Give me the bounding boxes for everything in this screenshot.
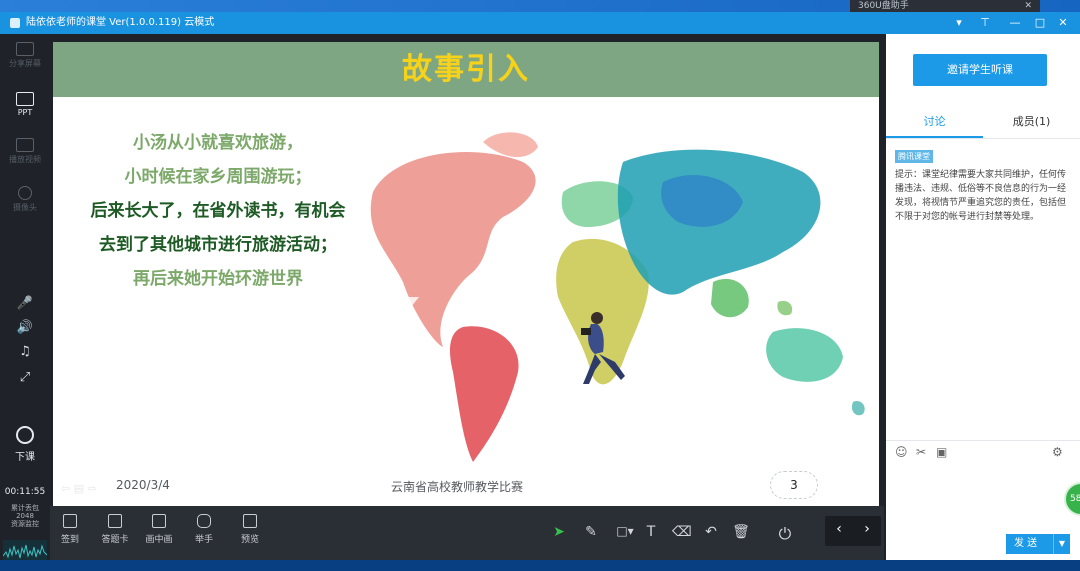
play-video-icon: [16, 138, 34, 152]
settings-icon[interactable]: ⚙: [1052, 445, 1063, 459]
microphone-icon[interactable]: 🎤: [0, 296, 50, 311]
answer-card-icon: [108, 514, 122, 528]
picture-in-picture-icon: [152, 514, 166, 528]
camera-label: 摄像头: [13, 203, 37, 212]
sign-in-button[interactable]: 签到: [50, 514, 90, 545]
end-class-button[interactable]: 下课: [0, 426, 50, 463]
packet-loss-label: 累计丢包: [11, 504, 39, 512]
title-bar: 陆依依老师的课堂 Ver(1.0.0.119) 云模式 ▾ ⊤ — □ ✕: [0, 12, 1080, 34]
network-stats: 累计丢包 2048 资源监控: [0, 504, 50, 528]
slide-page-number: 3: [770, 471, 818, 499]
slide-organizer: 云南省高校教师教学比赛: [391, 480, 524, 494]
share-screen-button[interactable]: 分享屏幕: [0, 42, 50, 69]
chat-toolbar: ☺ ✂ ▣ ⚙: [886, 440, 1080, 463]
watercolor-world-map: [370, 132, 865, 462]
external-app-tab[interactable]: 360U盘助手 ✕: [850, 0, 1040, 12]
end-class-icon: [16, 426, 34, 444]
external-app-label: 360U盘助手: [858, 1, 909, 11]
fullscreen-icon[interactable]: ⤢: [0, 370, 50, 385]
story-line: 小时候在家乡周围游玩；: [124, 167, 312, 187]
speaker-icon[interactable]: 🔊: [0, 320, 50, 335]
power-icon[interactable]: ⏻: [776, 524, 794, 544]
bottom-toolbar: 签到 答题卡 画中画 举手 预览 ➤ ✎ □▾ T ⌫ ↶ 🗑 ⏻ ‹ ›: [50, 506, 884, 560]
minimize-icon[interactable]: —: [1006, 12, 1024, 34]
picture-in-picture-label: 画中画: [145, 535, 173, 545]
ppt-label: PPT: [17, 108, 33, 117]
preview-label: 预览: [240, 535, 259, 545]
text-icon[interactable]: T: [642, 524, 660, 540]
raise-hand-icon: [197, 514, 211, 528]
story-line: 去到了其他城市进行旅游活动；: [99, 235, 337, 255]
ppt-button[interactable]: PPT: [0, 92, 50, 117]
panel-tabs: 讨论 成员(1): [886, 108, 1080, 139]
invite-students-button[interactable]: 邀请学生听课: [913, 54, 1047, 86]
calendar-icon: [63, 514, 77, 528]
sender-badge: 腾讯课堂: [895, 150, 933, 163]
packet-loss-value: 2048: [16, 512, 34, 520]
answer-card-button[interactable]: 答题卡: [95, 514, 135, 545]
class-timer: 00:11:55: [4, 487, 46, 497]
send-dropdown-icon[interactable]: ▼: [1053, 534, 1070, 554]
classroom-window: 陆依依老师的课堂 Ver(1.0.0.119) 云模式 ▾ ⊤ — □ ✕ 分享…: [0, 12, 1080, 560]
desktop-taskbar: [0, 560, 1080, 571]
undo-icon[interactable]: ↶: [702, 524, 720, 540]
prev-page-icon[interactable]: ‹: [825, 521, 853, 537]
system-notice: 提示：课堂纪律需要大家共同维护，任何传播违法、违规、低俗等不良信息的行为一经发现…: [895, 170, 1067, 222]
music-icon[interactable]: ♫: [0, 344, 50, 359]
scissors-icon[interactable]: ✂: [916, 445, 926, 459]
slide-nav-controls[interactable]: ⇦ ▤ ⇨: [61, 482, 97, 495]
network-graph: [3, 540, 47, 560]
image-icon[interactable]: ▣: [936, 445, 947, 459]
page-navigation: ‹ ›: [825, 516, 881, 546]
raise-hand-button[interactable]: 举手: [184, 514, 224, 545]
ppt-icon: [16, 92, 34, 106]
story-text: 小汤从小就喜欢旅游， 小时候在家乡周围游玩； 后来长大了，在省外读书，有机会 去…: [63, 126, 373, 296]
play-video-button[interactable]: 播放视频: [0, 138, 50, 165]
send-label: 发 送: [1014, 538, 1038, 549]
emoji-icon[interactable]: ☺: [895, 445, 908, 459]
end-class-label: 下课: [15, 452, 35, 463]
raise-hand-label: 举手: [194, 535, 213, 545]
story-line: 后来长大了，在省外读书，有机会: [90, 201, 346, 221]
dropdown-icon[interactable]: ▾: [950, 12, 968, 34]
picture-in-picture-button[interactable]: 画中画: [139, 514, 179, 545]
maximize-icon[interactable]: □: [1031, 12, 1049, 34]
sign-in-label: 签到: [60, 535, 79, 545]
preview-button[interactable]: 预览: [230, 514, 270, 545]
share-screen-label: 分享屏幕: [9, 59, 41, 68]
trash-icon[interactable]: 🗑: [732, 524, 750, 540]
next-page-icon[interactable]: ›: [853, 521, 881, 537]
slide-title: 故事引入: [402, 52, 530, 87]
ppt-slide: 故事引入 小汤从小就喜欢旅游， 小时候在家乡周围游玩； 后来长大了，在省外读书，…: [53, 42, 879, 506]
close-icon[interactable]: ✕: [1024, 0, 1032, 12]
camera-icon: [18, 186, 32, 200]
window-title: 陆依依老师的课堂 Ver(1.0.0.119) 云模式: [26, 17, 215, 28]
story-line: 再后来她开始环游世界: [133, 269, 303, 289]
close-window-icon[interactable]: ✕: [1054, 12, 1072, 34]
play-video-label: 播放视频: [9, 155, 41, 164]
app-logo-icon: [10, 18, 20, 28]
left-toolbar: 分享屏幕 PPT 播放视频 摄像头 🎤 🔊 ♫ ⤢ 下课 00:11:55 累计…: [0, 34, 50, 560]
tab-discussion[interactable]: 讨论: [886, 108, 983, 138]
preview-icon: [243, 514, 257, 528]
shape-icon[interactable]: □▾: [612, 524, 638, 538]
share-screen-icon: [16, 42, 34, 56]
story-line: 小汤从小就喜欢旅游，: [133, 133, 303, 153]
slide-date: 2020/3/4: [116, 478, 170, 492]
camera-button[interactable]: 摄像头: [0, 186, 50, 213]
tab-members[interactable]: 成员(1): [983, 108, 1080, 136]
discussion-panel: 邀请学生听课 讨论 成员(1) 腾讯课堂 提示：课堂纪律需要大家共同维护，任何传…: [886, 34, 1080, 560]
resource-monitor-label: 资源监控: [11, 520, 39, 528]
pen-icon[interactable]: ✎: [582, 524, 600, 540]
pin-icon[interactable]: ⊤: [976, 12, 994, 34]
send-button[interactable]: 发 送 ▼: [1006, 534, 1070, 554]
pointer-icon[interactable]: ➤: [550, 524, 568, 540]
answer-card-label: 答题卡: [101, 535, 129, 545]
eraser-icon[interactable]: ⌫: [672, 524, 692, 540]
